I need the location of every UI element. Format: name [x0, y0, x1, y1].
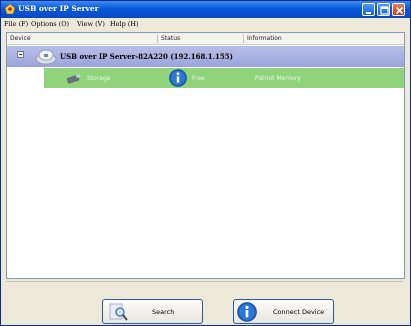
window-title: USB over IP Server: [18, 4, 99, 13]
server-label: USB over IP Server-82A220 (192.168.1.155…: [60, 52, 233, 61]
column-information[interactable]: Information: [247, 35, 282, 42]
device-list[interactable]: Device Status Information USB over IP Se…: [6, 32, 405, 279]
column-divider[interactable]: [243, 34, 244, 43]
connect-device-button-label: Connect Device: [273, 308, 325, 316]
main-window: USB over IP Server File (F) Options (O) …: [0, 0, 411, 326]
server-icon: [35, 49, 57, 65]
device-name: Storage: [87, 75, 111, 82]
maximize-button[interactable]: [377, 3, 390, 16]
close-button[interactable]: [392, 3, 405, 16]
usb-storage-icon: [66, 74, 81, 84]
menu-help[interactable]: Help (H): [110, 20, 139, 28]
menu-bar: File (F) Options (O) View (V) Help (H): [1, 18, 410, 31]
device-status: Free: [192, 75, 205, 82]
info-icon: [169, 69, 187, 87]
column-divider[interactable]: [157, 34, 158, 43]
menu-file[interactable]: File (F): [4, 20, 28, 28]
column-status[interactable]: Status: [161, 35, 180, 42]
search-icon: [109, 303, 128, 321]
column-device[interactable]: Device: [10, 35, 31, 42]
menu-view[interactable]: View (V): [77, 20, 105, 28]
info-icon: [237, 302, 257, 322]
button-panel: [6, 281, 403, 324]
connect-device-button[interactable]: Connect Device: [233, 299, 334, 324]
menu-options[interactable]: Options (O): [31, 20, 69, 28]
minimize-icon: [366, 12, 371, 14]
device-information: Patriot Memory: [255, 75, 301, 82]
usb-server-icon: [5, 4, 15, 14]
close-icon: [395, 6, 404, 15]
minimize-button[interactable]: [362, 3, 375, 16]
title-bar[interactable]: USB over IP Server: [1, 1, 410, 18]
maximize-icon: [380, 6, 389, 15]
column-header: Device Status Information: [7, 33, 404, 45]
search-button[interactable]: Search: [102, 299, 203, 324]
search-button-label: Search: [152, 308, 175, 316]
collapse-toggle[interactable]: [17, 51, 24, 58]
